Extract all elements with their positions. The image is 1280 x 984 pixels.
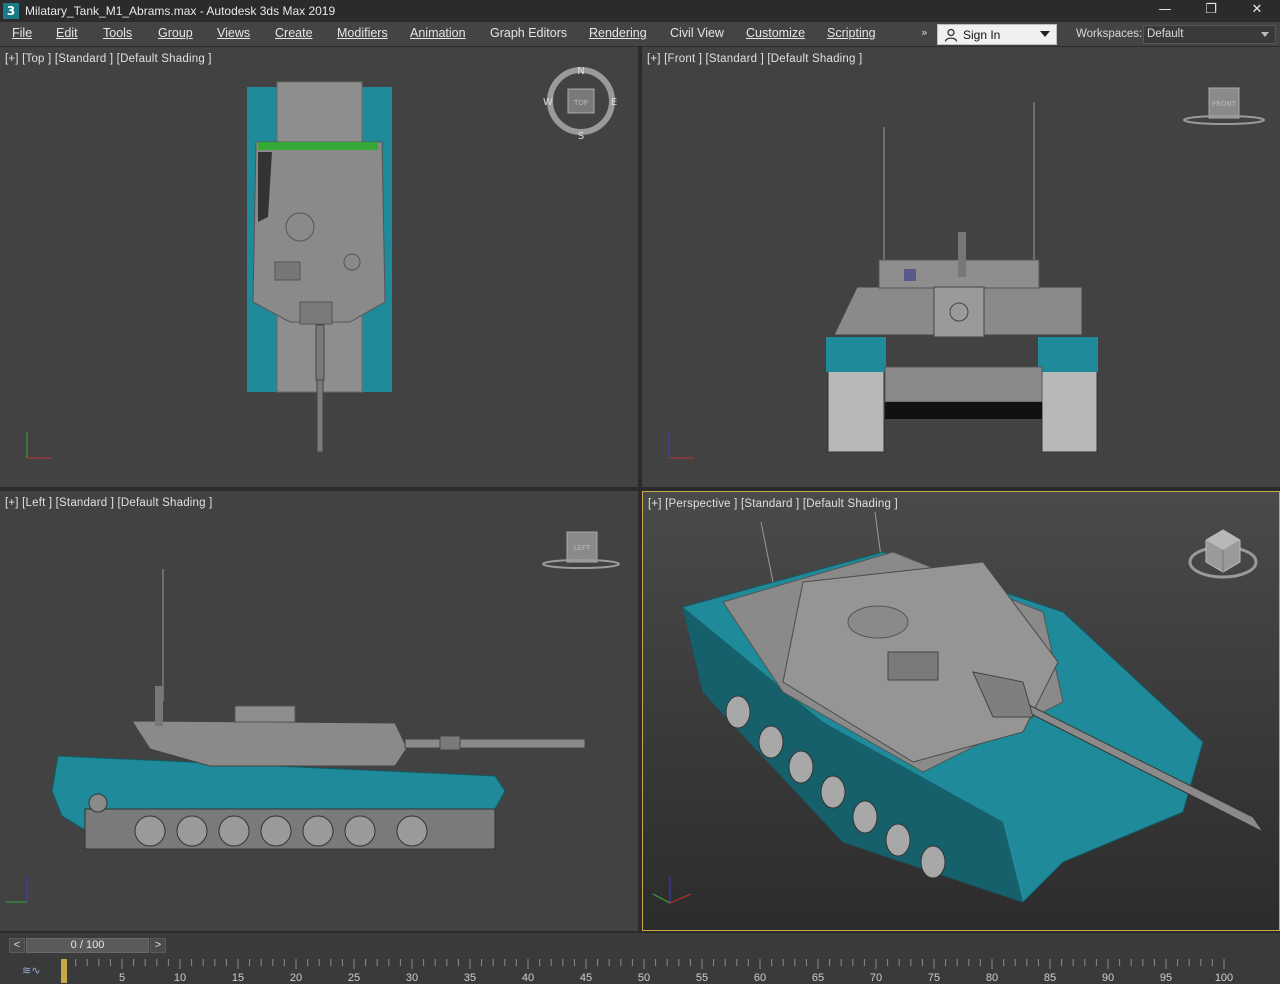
menu-rendering[interactable]: Rendering: [589, 26, 647, 40]
ruler-tick-label: 70: [870, 972, 882, 984]
viewport-perspective[interactable]: [+] [Perspective ] [Standard ] [Default …: [642, 491, 1280, 931]
window-title: Milatary_Tank_M1_Abrams.max - Autodesk 3…: [25, 4, 336, 18]
ruler-tick-label: 75: [928, 972, 940, 984]
window-controls: — ❐ ✕: [1142, 0, 1280, 22]
track-bar-ruler[interactable]: 0510152025303540455055606570758085909510…: [0, 955, 1280, 984]
menu-civil-view[interactable]: Civil View: [670, 26, 724, 40]
menu-graph-editors[interactable]: Graph Editors: [490, 26, 567, 40]
restore-button[interactable]: ❐: [1188, 0, 1234, 22]
workspaces-select[interactable]: Default: [1143, 25, 1276, 44]
viewport-top[interactable]: [+] [Top ] [Standard ] [Default Shading …: [0, 47, 638, 487]
time-prev-button[interactable]: <: [9, 938, 25, 953]
close-button[interactable]: ✕: [1234, 0, 1280, 22]
menu-customize[interactable]: Customize: [746, 26, 805, 40]
menu-file[interactable]: File: [12, 26, 32, 40]
3dsmax-app-icon[interactable]: 3: [3, 3, 19, 19]
ruler-tick-label: 65: [812, 972, 824, 984]
ruler-tick-label: 30: [406, 972, 418, 984]
compass-e: E: [611, 97, 617, 108]
menu-overflow-button[interactable]: »: [921, 26, 928, 39]
ruler-tick-label: 15: [232, 972, 244, 984]
ruler-tick-label: 50: [638, 972, 650, 984]
compass-w: W: [543, 97, 553, 108]
ruler-tick-label: 10: [174, 972, 186, 984]
ruler-tick-label: 55: [696, 972, 708, 984]
ruler-tick-label: 80: [986, 972, 998, 984]
menu-animation[interactable]: Animation: [410, 26, 466, 40]
ruler-tick-label: 45: [580, 972, 592, 984]
menu-edit[interactable]: Edit: [56, 26, 78, 40]
viewcube-icon[interactable]: FRONT: [642, 47, 1280, 487]
ruler-tick-label: 35: [464, 972, 476, 984]
menu-views[interactable]: Views: [217, 26, 250, 40]
viewcube-label: LEFT: [574, 544, 591, 552]
compass-n: N: [577, 66, 584, 77]
ruler-tick-label: 100: [1215, 972, 1233, 984]
menu-scripting[interactable]: Scripting: [827, 26, 876, 40]
ruler-tick-label: 60: [754, 972, 766, 984]
menu-modifiers[interactable]: Modifiers: [337, 26, 388, 40]
viewport-left[interactable]: [+] [Left ] [Standard ] [Default Shading…: [0, 491, 638, 931]
minimize-button[interactable]: —: [1142, 0, 1188, 22]
ruler-tick-label: 40: [522, 972, 534, 984]
menu-tools[interactable]: Tools: [103, 26, 132, 40]
ruler-tick-label: 25: [348, 972, 360, 984]
chevron-down-icon: [1040, 31, 1050, 37]
ruler-tick-label: 95: [1160, 972, 1172, 984]
sign-in-dropdown[interactable]: Sign In: [937, 24, 1057, 45]
menu-group[interactable]: Group: [158, 26, 193, 40]
viewport-front[interactable]: [+] [Front ] [Standard ] [Default Shadin…: [642, 47, 1280, 487]
viewcube-label: FRONT: [1212, 100, 1237, 108]
viewcube-label: TOP: [573, 99, 588, 107]
time-slider[interactable]: 0 / 100: [26, 938, 149, 953]
viewcube-icon[interactable]: LEFT: [0, 491, 638, 931]
ruler-tick-label: 85: [1044, 972, 1056, 984]
ruler-tick-label: 5: [119, 972, 125, 984]
chevron-down-icon: [1261, 32, 1269, 37]
workspace-value: Default: [1147, 28, 1184, 40]
user-icon: [944, 28, 958, 42]
workspaces-label: Workspaces:: [1076, 28, 1143, 40]
viewcube-3d-icon[interactable]: [643, 492, 1279, 930]
current-frame-marker[interactable]: [61, 959, 67, 983]
time-next-button[interactable]: >: [150, 938, 166, 953]
ruler-tick-label: 20: [290, 972, 302, 984]
title-bar: 3 Milatary_Tank_M1_Abrams.max - Autodesk…: [0, 0, 1280, 22]
sign-in-label: Sign In: [963, 27, 1001, 42]
time-slider-bar: < 0 / 100 > ≋∿ 0510152025303540455055606…: [0, 933, 1280, 984]
viewcube-compass-icon[interactable]: TOP N S E W: [0, 47, 638, 487]
menu-create[interactable]: Create: [275, 26, 313, 40]
compass-s: S: [578, 131, 584, 142]
ruler-tick-label: 90: [1102, 972, 1114, 984]
